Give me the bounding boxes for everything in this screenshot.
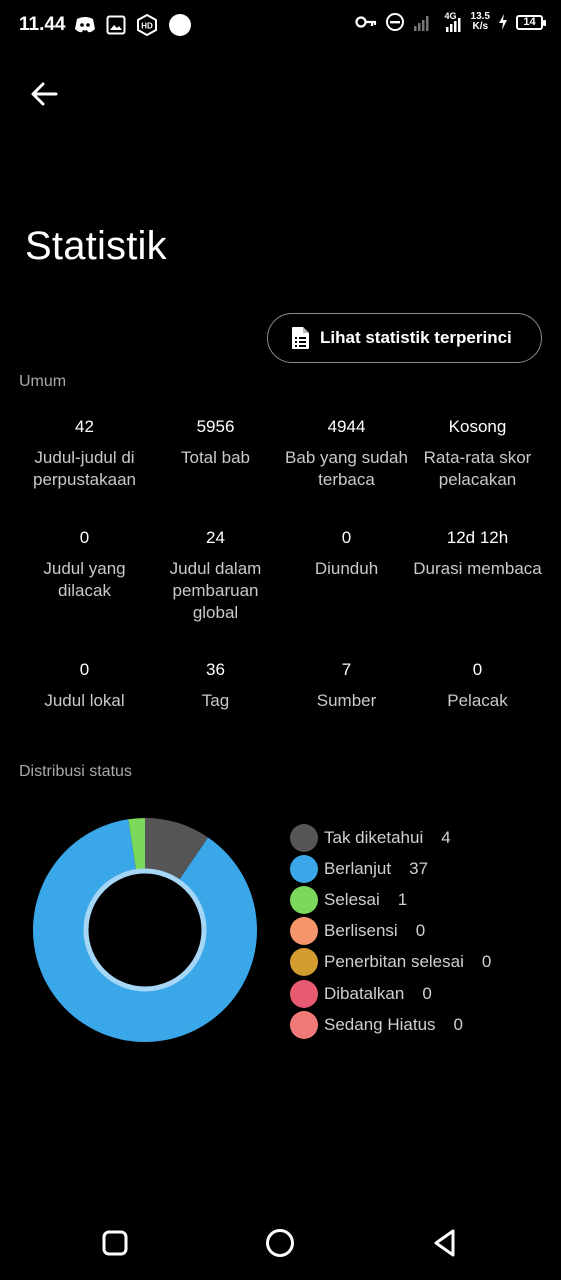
battery-indicator: 14: [516, 14, 546, 30]
legend-count: 0: [415, 921, 426, 941]
key-icon: [354, 16, 376, 28]
stat-downloaded: 0 Diunduh: [314, 528, 379, 578]
hd-icon: HD: [137, 14, 157, 36]
legend-count: 0: [481, 952, 492, 972]
legend-swatch: [290, 1010, 318, 1039]
nav-back-button[interactable]: [425, 1226, 465, 1260]
dot-icon: [169, 14, 191, 36]
donut-hole: [89, 874, 201, 986]
legend-item: Penerbitan selesai 0: [290, 947, 491, 978]
stat-tracked-titles: 0 Judul yang dilacak: [43, 528, 126, 600]
status-legend: Tak diketahui 4 Berlanjut 37 Selesai 1 Berlise…: [290, 822, 491, 1040]
legend-item: Berlisensi 0: [290, 916, 491, 947]
stat-read-duration: 12d 12h Durasi membaca: [413, 528, 542, 578]
legend-item: Selesai 1: [290, 884, 491, 915]
legend-swatch: [290, 854, 318, 883]
legend-count: 4: [441, 827, 451, 847]
legend-label: Sedang Hiatus: [324, 1014, 436, 1034]
back-button[interactable]: [24, 76, 64, 112]
triangle-back-icon: [434, 1229, 455, 1257]
legend-label: Berlisensi: [324, 921, 398, 941]
legend-item: Dibatalkan 0: [290, 978, 491, 1009]
circle-home-icon: [266, 1229, 294, 1257]
signal-icon: [413, 16, 429, 31]
square-recent-apps-icon: [102, 1230, 128, 1256]
legend-label: Selesai: [324, 889, 380, 909]
recent-apps-button[interactable]: [95, 1226, 135, 1260]
arrow-left-icon: [31, 82, 58, 106]
general-stats-grid: 42 Judul-judul di perpustakaan 5956 Total …: [19, 414, 543, 717]
charging-icon: [499, 14, 507, 30]
stat-chapters-read: 4944 Bab yang sudah terbaca: [285, 417, 408, 489]
legend-count: 37: [409, 858, 429, 878]
legend-swatch: [290, 823, 318, 852]
stat-sources: 7 Sumber: [316, 660, 377, 710]
legend-label: Dibatalkan: [324, 983, 405, 1003]
legend-count: 0: [453, 1014, 463, 1034]
svg-text:HD: HD: [141, 22, 153, 31]
detailed-stats-button[interactable]: Lihat statistik terperinci: [267, 313, 542, 363]
legend-count: 0: [422, 983, 432, 1003]
legend-swatch: [290, 948, 318, 977]
stat-tags: 36 Tag: [201, 660, 230, 710]
status-bar: 11.44 HD 4G 13.5 K/s 14: [0, 0, 561, 50]
stat-local-titles: 0 Judul lokal: [44, 660, 125, 710]
signal-4g-icon: [445, 18, 461, 32]
detailed-stats-label: Lihat statistik terperinci: [320, 328, 512, 347]
stat-mean-tracker-score: Kosong Rata-rata skor pelacakan: [423, 417, 532, 489]
home-button[interactable]: [260, 1226, 300, 1260]
donut-svg: [33, 818, 258, 1042]
gallery-icon: [106, 15, 126, 35]
section-distribution-label: Distribusi status: [19, 763, 132, 780]
legend-swatch: [290, 979, 318, 1008]
net-speed: 13.5 K/s: [470, 11, 490, 32]
status-time: 11.44: [19, 14, 66, 35]
system-nav-bar: [0, 1212, 561, 1272]
stat-global-update-titles: 24 Judul dalam pembaruan global: [169, 528, 262, 622]
stat-total-chapters: 5956 Total bab: [181, 417, 250, 467]
legend-label: Tak diketahui: [324, 827, 424, 847]
stat-library-titles: 42 Judul-judul di perpustakaan: [32, 417, 137, 489]
legend-label: Penerbitan selesai: [324, 952, 464, 972]
legend-swatch: [290, 885, 318, 914]
legend-item: Berlanjut 37: [290, 853, 491, 884]
dnd-icon: [385, 13, 404, 31]
document-list-icon: [292, 327, 309, 349]
legend-swatch: [290, 917, 318, 946]
legend-item: Tak diketahui 4: [290, 822, 491, 853]
discord-icon: [75, 17, 95, 33]
legend-item: Sedang Hiatus 0: [290, 1009, 491, 1040]
stat-trackers: 0 Pelacak: [447, 660, 508, 710]
legend-label: Berlanjut: [324, 858, 392, 878]
section-general-label: Umum: [19, 373, 67, 390]
legend-count: 1: [397, 889, 408, 909]
status-donut-chart: [31, 816, 259, 1044]
page-title: Statistik: [25, 224, 167, 268]
